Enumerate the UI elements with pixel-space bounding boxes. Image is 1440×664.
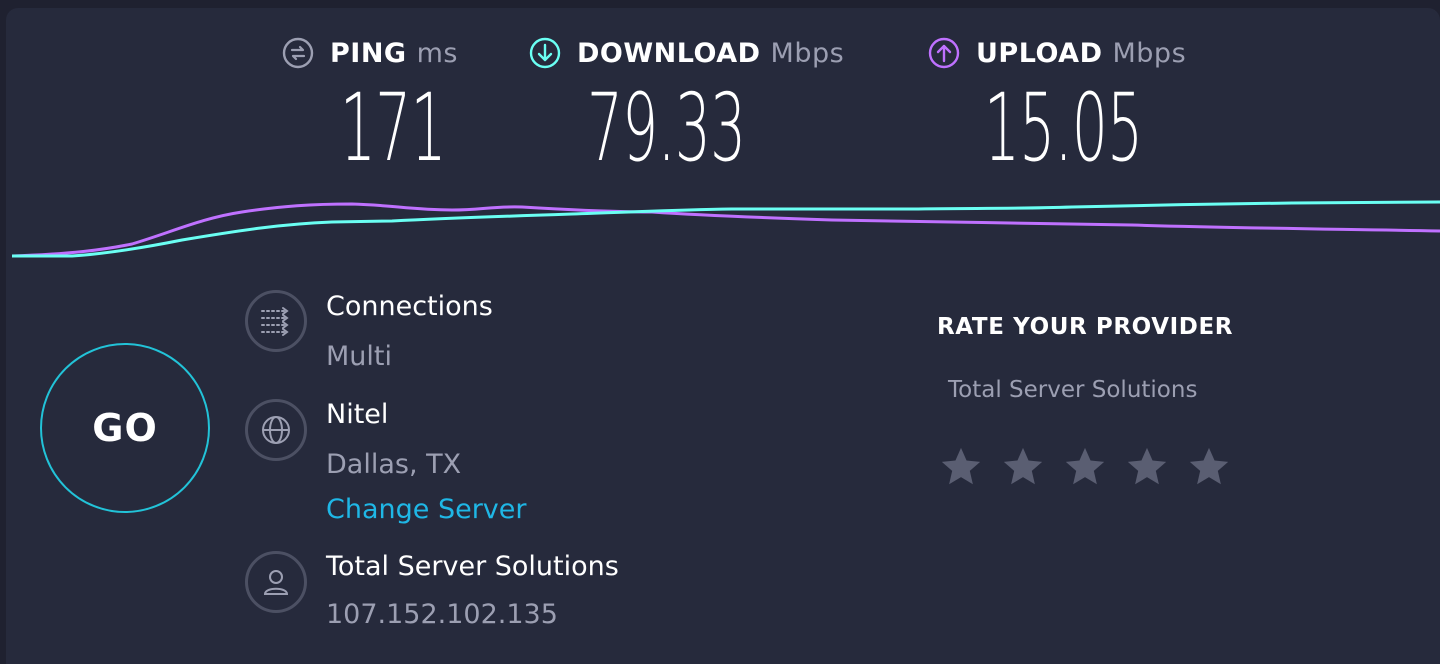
- download-arrow-icon: [529, 37, 561, 69]
- ping-value: 171: [340, 74, 446, 183]
- speed-graph: [12, 200, 1440, 258]
- upload-metric: UPLOAD Mbps 15.05: [928, 30, 1187, 183]
- ping-label: PING: [330, 37, 407, 69]
- rate-provider-name: Total Server Solutions: [948, 377, 1198, 403]
- star-icon[interactable]: [1000, 444, 1046, 490]
- upload-arrow-icon: [928, 37, 960, 69]
- download-metric: DOWNLOAD Mbps 79.33: [529, 30, 845, 183]
- provider-ip: 107.152.102.135: [326, 599, 558, 630]
- star-icon[interactable]: [1062, 444, 1108, 490]
- star-icon[interactable]: [938, 444, 984, 490]
- upload-value: 15.05: [984, 74, 1143, 183]
- globe-icon: [262, 416, 290, 444]
- upload-unit: Mbps: [1112, 37, 1187, 69]
- ping-icon: [282, 37, 314, 69]
- connections-title: Connections: [326, 291, 493, 322]
- ping-unit: ms: [416, 37, 458, 69]
- upload-graph-line: [12, 202, 1440, 258]
- download-label: DOWNLOAD: [577, 37, 761, 69]
- upload-label: UPLOAD: [976, 37, 1103, 69]
- go-button[interactable]: GO: [40, 343, 210, 513]
- ping-metric: PING ms 171: [282, 30, 458, 183]
- server-location: Dallas, TX: [326, 449, 462, 480]
- provider-icon-ring: [245, 551, 307, 613]
- server-name: Nitel: [326, 399, 389, 430]
- download-value: 79.33: [587, 74, 746, 183]
- connections-arrows-icon: [261, 307, 289, 336]
- connections-value[interactable]: Multi: [326, 341, 392, 372]
- connections-icon-ring[interactable]: [245, 290, 307, 352]
- rating-stars: [938, 444, 1232, 490]
- server-icon-ring: [245, 399, 307, 461]
- user-icon: [263, 570, 289, 595]
- rate-provider-title: RATE YOUR PROVIDER: [937, 314, 1234, 340]
- star-icon[interactable]: [1186, 444, 1232, 490]
- provider-name: Total Server Solutions: [326, 551, 619, 582]
- star-icon[interactable]: [1124, 444, 1170, 490]
- change-server-link[interactable]: Change Server: [326, 494, 527, 525]
- download-graph-line: [12, 200, 1440, 258]
- download-unit: Mbps: [770, 37, 845, 69]
